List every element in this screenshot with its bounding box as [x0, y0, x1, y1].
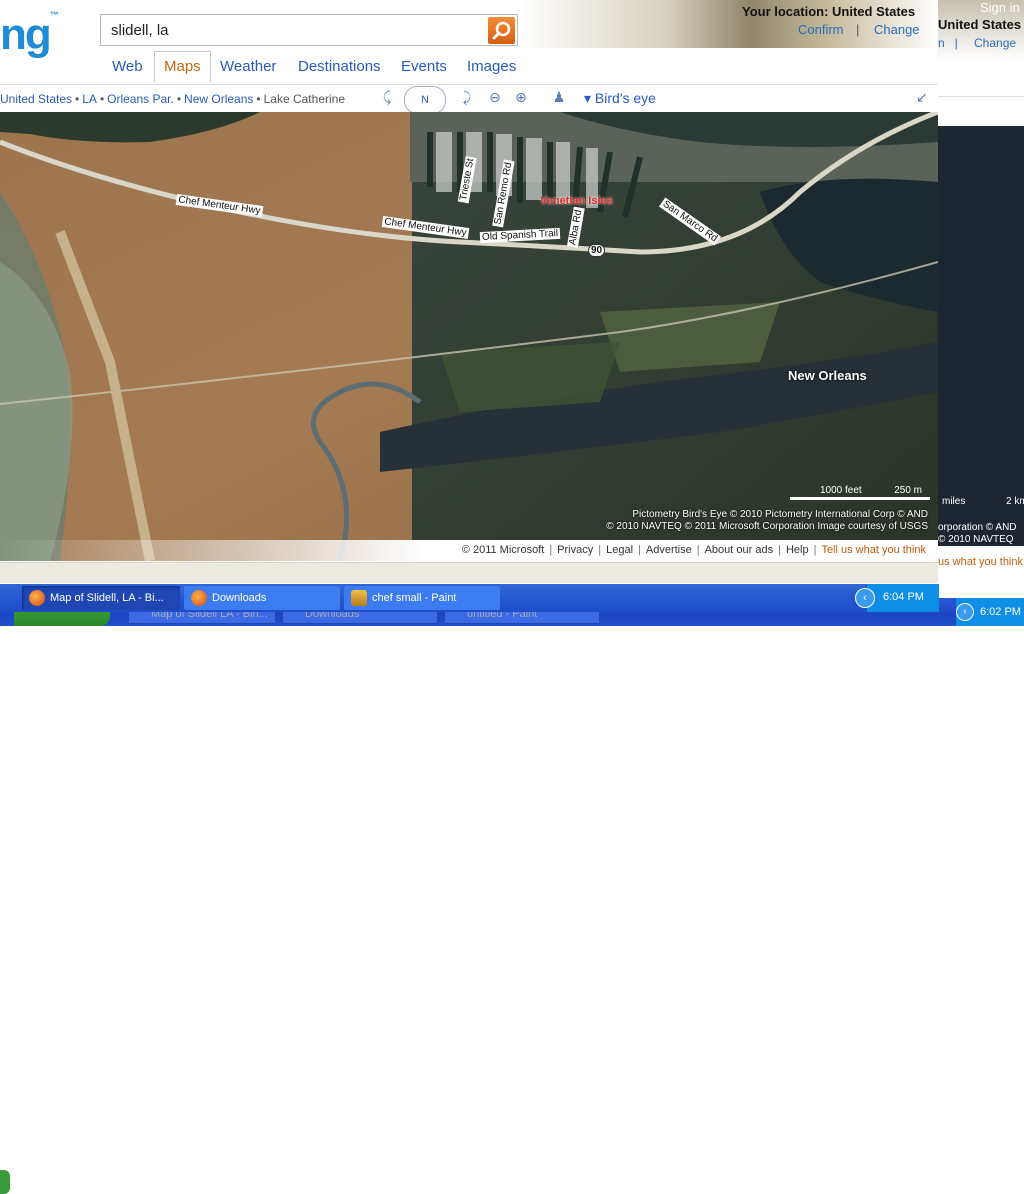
place-label-venetian-isles[interactable]: Venetian Isles — [540, 195, 613, 207]
background-scale-miles: miles — [942, 496, 966, 507]
footer-links: © 2011 Microsoft | Privacy | Legal | Advertise… — [461, 544, 926, 556]
show-hidden-icons-icon[interactable]: ‹ — [855, 588, 875, 608]
footer-feedback-link[interactable]: Tell us what you think — [821, 544, 926, 556]
attribution-line-2: © 2010 NAVTEQ © 2011 Microsoft Corporati… — [606, 521, 928, 532]
breadcrumb-lake-catherine: Lake Catherine — [263, 92, 345, 106]
zoom-in-icon[interactable]: ⊕ — [510, 85, 532, 109]
background-location-fragment: n | — [938, 36, 965, 50]
background-feedback-link[interactable]: us what you think — [938, 556, 1023, 568]
map-toolbar: United States • LA • Orleans Par. • New Orlean… — [0, 84, 938, 114]
bing-header: ng™ slidell, la Your location: United St… — [0, 0, 938, 114]
task-firefox-map-label: Map of Slidell, LA - Bi... — [50, 592, 164, 604]
map-scale: 1000 feet 250 m — [790, 485, 930, 505]
background-tray-arrow-icon[interactable]: ‹ — [956, 603, 974, 621]
search-button[interactable] — [488, 17, 515, 44]
task-firefox-map[interactable]: Map of Slidell, LA - Bi... — [22, 586, 180, 610]
bing-logo[interactable]: ng™ — [0, 10, 59, 60]
footer-copyright: © 2011 Microsoft — [461, 544, 545, 556]
tab-images[interactable]: Images — [467, 52, 516, 82]
footer-link-legal[interactable]: Legal — [606, 544, 633, 556]
footer-link-advertise[interactable]: Advertise — [646, 544, 692, 556]
rotate-right-icon[interactable]: ⤸ — [456, 85, 478, 109]
tab-weather[interactable]: Weather — [220, 52, 276, 82]
compass-north-label: N — [421, 94, 429, 106]
firefox-downloads-icon — [191, 590, 207, 606]
background-clock: 6:02 PM — [980, 606, 1021, 618]
rotate-left-icon[interactable]: ⤹ — [376, 85, 398, 109]
breadcrumb-orleans-parish[interactable]: Orleans Par. — [107, 92, 174, 106]
birds-eye-dropdown[interactable]: ▾ Bird's eye — [584, 90, 656, 107]
firefox-icon — [29, 590, 45, 606]
scale-meters-label: 250 m — [894, 485, 922, 496]
tab-destinations[interactable]: Destinations — [298, 52, 381, 82]
zoom-out-icon[interactable]: ⊖ — [484, 85, 506, 109]
task-downloads-label: Downloads — [212, 592, 267, 604]
background-attribution-1: orporation © AND — [938, 522, 1017, 533]
task-paint-label: chef small - Paint — [372, 592, 457, 604]
location-separator: | — [856, 22, 860, 37]
place-label-new-orleans[interactable]: New Orleans — [788, 368, 867, 383]
background-change-link[interactable]: Change — [974, 36, 1016, 50]
background-sign-in-link[interactable]: Sign in — [980, 0, 1020, 15]
background-location-label: United States — [938, 17, 1022, 32]
collapse-icon[interactable]: ↙ — [916, 89, 936, 109]
breadcrumb-la[interactable]: LA — [82, 92, 97, 106]
scale-bar — [790, 497, 930, 500]
tab-web[interactable]: Web — [112, 52, 143, 82]
breadcrumb: United States • LA • Orleans Par. • New Orlean… — [0, 92, 345, 106]
change-location-link[interactable]: Change — [874, 22, 920, 37]
system-tray: ‹ 6:04 PM — [855, 584, 939, 612]
task-downloads[interactable]: Downloads — [184, 586, 340, 610]
location-label: Your location: United States — [742, 4, 916, 19]
windows-taskbar: Map of Slidell, LA - Bi... Downloads che… — [0, 584, 938, 1194]
pedestrian-icon[interactable]: ♟ — [548, 85, 570, 109]
status-strip — [0, 562, 938, 583]
background-tray: ‹ 6:02 PM — [956, 598, 1024, 626]
page-footer: © 2011 Microsoft | Privacy | Legal | Advertise… — [0, 540, 938, 562]
tab-events[interactable]: Events — [401, 52, 447, 82]
breadcrumb-united-states[interactable]: United States — [0, 92, 72, 106]
scale-feet-label: 1000 feet — [820, 485, 862, 496]
route-90-shield: 90 — [588, 244, 606, 257]
attribution-line-1: Pictometry Bird's Eye © 2010 Pictometry … — [632, 509, 928, 520]
background-browser-window: Sign in United States n | Change miles 2… — [938, 0, 1024, 574]
search-query-text[interactable]: slidell, la — [111, 22, 169, 39]
compass-control[interactable]: N — [404, 86, 446, 114]
tray-clock[interactable]: 6:04 PM — [883, 591, 924, 603]
map-attribution: Pictometry Bird's Eye © 2010 Pictometry … — [606, 509, 928, 533]
search-input[interactable]: slidell, la — [100, 14, 518, 46]
footer-link-about-ads[interactable]: About our ads — [705, 544, 774, 556]
tab-maps[interactable]: Maps — [154, 51, 211, 82]
background-scale-km: 2 km — [1006, 496, 1024, 507]
background-attribution-2: © 2010 NAVTEQ — [938, 534, 1014, 545]
start-button[interactable] — [0, 1170, 10, 1194]
footer-link-help[interactable]: Help — [786, 544, 809, 556]
search-icon — [492, 21, 511, 40]
map-canvas[interactable]: Chef Menteur Hwy Chef Menteur Hwy Old Sp… — [0, 112, 938, 561]
paint-icon — [351, 590, 367, 606]
task-paint[interactable]: chef small - Paint — [344, 586, 500, 610]
footer-link-privacy[interactable]: Privacy — [557, 544, 593, 556]
birds-eye-label: Bird's eye — [594, 90, 656, 106]
breadcrumb-new-orleans[interactable]: New Orleans — [184, 92, 253, 106]
confirm-location-link[interactable]: Confirm — [798, 22, 844, 37]
